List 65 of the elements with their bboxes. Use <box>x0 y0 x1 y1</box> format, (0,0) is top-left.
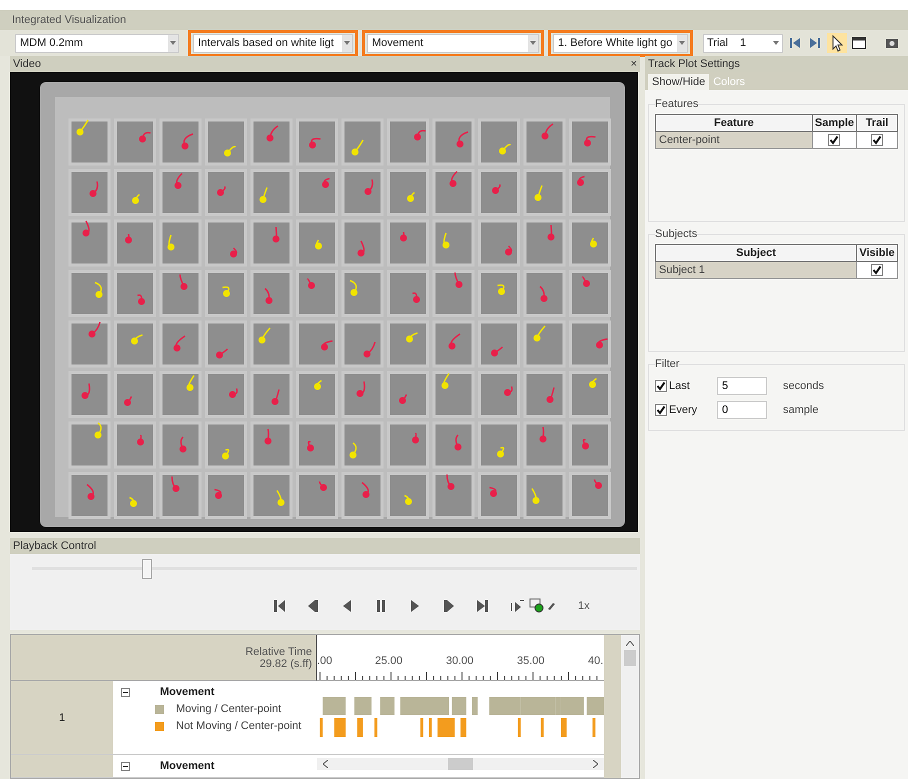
scrollbar-thumb[interactable] <box>448 758 473 770</box>
row-number: 1 <box>58 712 66 724</box>
column-header: Sample <box>812 114 856 132</box>
tick-label: 40. <box>588 655 604 667</box>
scroll-left-icon[interactable] <box>323 760 328 768</box>
column-header: Subject <box>656 244 856 262</box>
record-controls-icon[interactable] <box>510 597 558 615</box>
input-field[interactable]: 0 <box>717 401 767 419</box>
tick-label: 30.00 <box>446 655 474 667</box>
trial-dropdown[interactable]: Trial 1 <box>703 34 783 52</box>
checkbox[interactable] <box>655 380 667 392</box>
group-title: Features <box>655 98 698 110</box>
skip-back-icon[interactable] <box>787 36 803 50</box>
tick-label: .00 <box>317 655 332 667</box>
pause-icon[interactable] <box>374 598 388 614</box>
speed-label: 1x <box>578 600 590 612</box>
column-header: Feature <box>656 114 812 132</box>
pointer-icon[interactable] <box>827 33 847 53</box>
legend-label: Not Moving / Center-point <box>176 720 302 732</box>
window-title: Integrated Visualization <box>0 10 908 30</box>
checkbox-label: Last <box>669 380 690 392</box>
legend-label: Moving / Center-point <box>176 703 282 715</box>
window-icon[interactable] <box>851 35 867 51</box>
panel-title: Playback Control <box>13 540 96 552</box>
dropdown-arrow-icon[interactable] <box>773 41 779 45</box>
skip-to-end-icon[interactable] <box>476 598 490 614</box>
panel-title: Video <box>13 58 41 70</box>
scroll-right-icon[interactable] <box>593 760 598 768</box>
tab[interactable]: Show/Hide <box>648 74 710 90</box>
checkbox[interactable] <box>828 134 840 146</box>
column-header: Relative Time <box>245 646 312 658</box>
skip-to-start-icon[interactable] <box>272 598 286 614</box>
table-cell: Center-point <box>656 132 812 148</box>
unit-label: seconds <box>783 380 824 392</box>
group-label: Movement <box>160 760 214 772</box>
checkbox[interactable] <box>871 264 883 276</box>
unit-label: sample <box>783 404 818 416</box>
close-button[interactable]: × <box>630 58 637 70</box>
checkbox[interactable] <box>871 134 883 146</box>
camera-icon[interactable] <box>885 36 899 50</box>
step-back-icon[interactable] <box>306 598 320 614</box>
scroll-up-icon[interactable] <box>626 641 634 646</box>
tick-label: 35.00 <box>517 655 545 667</box>
group-title: Subjects <box>655 228 698 240</box>
input-field[interactable]: 5 <box>717 377 767 395</box>
panel-title: Track Plot Settings <box>648 58 740 70</box>
group-title: Filter <box>655 358 680 370</box>
checkbox-label: Every <box>669 404 698 416</box>
checkbox[interactable] <box>655 404 667 416</box>
tick-label: 25.00 <box>375 655 403 667</box>
collapse-icon[interactable] <box>121 688 130 696</box>
dropdown[interactable]: MDM 0.2mm <box>15 34 179 52</box>
column-header: Visible <box>856 244 898 262</box>
step-forward-icon[interactable] <box>442 598 456 614</box>
collapse-icon[interactable] <box>121 762 130 770</box>
group-label: Movement <box>160 686 214 698</box>
slider-thumb[interactable] <box>142 559 152 579</box>
skip-forward-icon[interactable] <box>807 36 823 50</box>
current-time-label: 29.82 (s.ff) <box>260 658 312 670</box>
table-cell: Subject 1 <box>656 262 856 278</box>
dropdown[interactable]: 1. Before White light go <box>553 34 688 52</box>
scrollbar-thumb[interactable] <box>624 650 636 666</box>
column-header: Trail <box>856 114 898 132</box>
dropdown[interactable]: Intervals based on white ligt <box>193 34 353 52</box>
dropdown[interactable]: Movement <box>367 34 539 52</box>
